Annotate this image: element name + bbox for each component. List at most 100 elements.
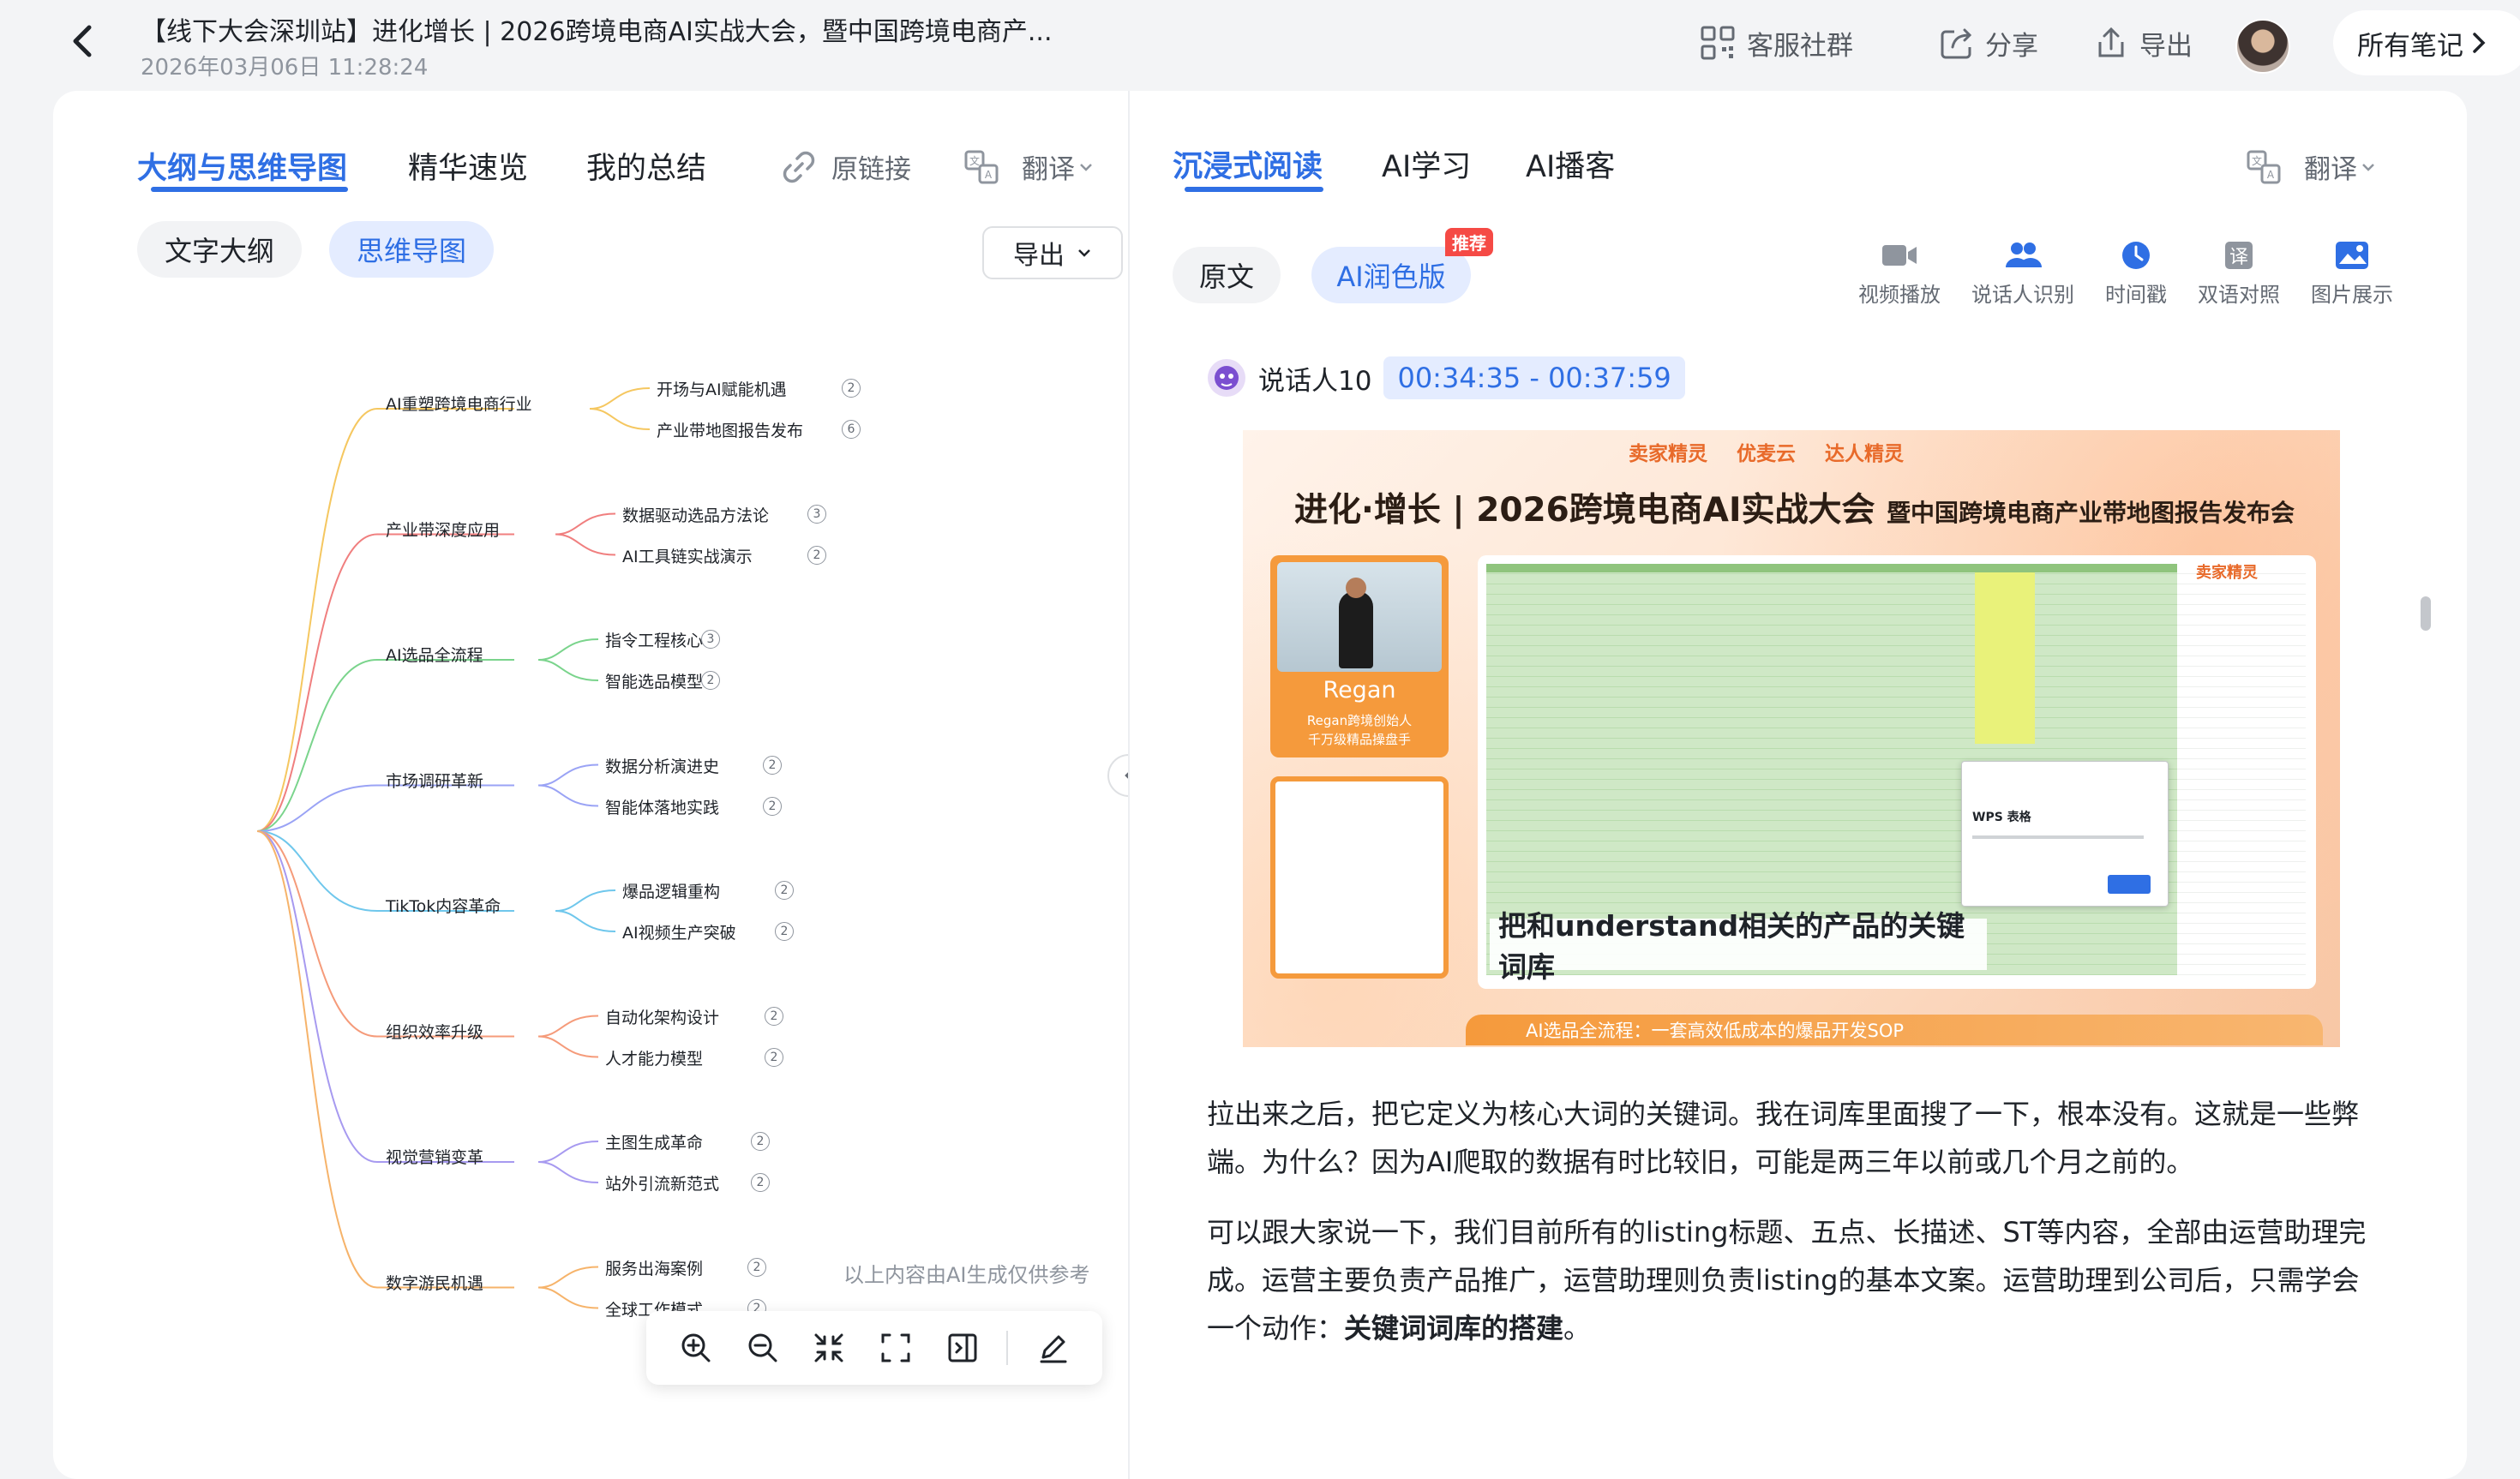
mindmap-branch-node[interactable]: 组织效率升级 <box>386 1020 483 1043</box>
slide-image[interactable]: 卖家精灵 优麦云 达人精灵 进化·增长 | 2026跨境电商AI实战大会 暨中国… <box>1243 430 2340 1047</box>
mindmap-child-node[interactable]: 智能体落地实践 <box>605 795 719 818</box>
active-tab-indicator-right <box>1185 187 1323 192</box>
slide-speaker-role-2: 千万级精品操盘手 <box>1307 732 1411 747</box>
mindmap-child-node[interactable]: 服务出海案例 <box>605 1256 703 1279</box>
zoom-in-button[interactable] <box>665 1322 727 1374</box>
fullscreen-button[interactable] <box>865 1322 927 1374</box>
mindmap-child-line <box>537 763 599 787</box>
slide-logo-2: 优麦云 <box>1737 443 1796 465</box>
video-playback-tool[interactable]: 视频播放 <box>1858 240 1941 308</box>
image-display-tool[interactable]: 图片展示 <box>2311 240 2393 308</box>
mindmap-count-badge[interactable]: 2 <box>765 1047 783 1067</box>
all-notes-button[interactable]: 所有笔记 <box>2333 10 2520 75</box>
mindmap-child-node[interactable]: 爆品逻辑重构 <box>622 879 720 902</box>
mindmap-count-badge[interactable]: 2 <box>765 1006 783 1026</box>
image-icon <box>2336 242 2368 269</box>
chevron-down-icon <box>2362 163 2374 171</box>
mindmap-count-badge[interactable]: 2 <box>842 379 861 398</box>
mindmap-child-line <box>555 910 616 932</box>
mindmap-count-badge[interactable]: 2 <box>775 881 794 900</box>
slide-spreadsheet: 卖家精灵 WPS 表格 把和understand相关的产品的关键词库 <box>1478 555 2316 989</box>
mindmap-child-line <box>537 1015 599 1038</box>
mindmap-child-node[interactable]: 开场与AI赋能机遇 <box>657 377 787 400</box>
svg-text:译: 译 <box>2229 247 2248 268</box>
bilingual-tool[interactable]: 译 双语对照 <box>2198 240 2280 308</box>
scrollbar[interactable] <box>2415 355 2436 1349</box>
timestamp-label: 时间戳 <box>2105 283 2167 307</box>
mindmap-branch-node[interactable]: AI重塑跨境电商行业 <box>386 392 532 415</box>
upload-icon <box>2098 27 2124 57</box>
mindmap-count-badge[interactable]: 3 <box>807 504 826 524</box>
speaker-timestamp[interactable]: 00:34:35 - 00:37:59 <box>1383 356 1685 399</box>
customer-service-button[interactable]: 客服社群 <box>1699 19 1853 67</box>
export-button[interactable]: 导出 <box>2093 19 2193 67</box>
mindmap-branch-node[interactable]: 市场调研革新 <box>386 769 483 792</box>
mindmap-count-badge[interactable]: 2 <box>763 755 782 775</box>
mindmap-child-node[interactable]: 自动化架构设计 <box>605 1005 719 1028</box>
video-camera-icon <box>1882 245 1917 266</box>
mindmap-child-node[interactable]: AI工具链实战演示 <box>622 544 753 567</box>
slide-caption: 把和understand相关的产品的关键词库 <box>1490 909 1987 984</box>
mindmap-branch-node[interactable]: 数字游民机遇 <box>386 1271 483 1294</box>
slide-headline: 进化·增长 | 2026跨境电商AI实战大会 暨中国跨境电商产业带地图报告发布会 <box>1294 483 2295 531</box>
slide-headline-sub: 暨中国跨境电商产业带地图报告发布会 <box>1887 499 2295 527</box>
tab-ai-learning[interactable]: AI学习 <box>1382 142 1471 186</box>
mindmap-child-node[interactable]: 指令工程核心 <box>605 628 703 651</box>
mindmap-child-line <box>537 659 599 681</box>
mindmap-branch-node[interactable]: 视觉营销变革 <box>386 1145 483 1168</box>
slide-footer: AI选品全流程：一套高效低成本的爆品开发SOP <box>1466 1015 2323 1045</box>
mindmap-count-badge[interactable]: 2 <box>747 1257 766 1277</box>
image-display-label: 图片展示 <box>2311 283 2393 307</box>
mindmap-count-badge[interactable]: 2 <box>751 1132 770 1151</box>
mindmap-count-badge[interactable]: 2 <box>763 796 782 816</box>
slide-wps-dialog: WPS 表格 <box>1961 761 2169 907</box>
zoom-out-button[interactable] <box>732 1322 794 1374</box>
slide-speaker-card: Regan Regan跨境创始人 千万级精品操盘手 <box>1270 555 1449 757</box>
mindmap-count-badge[interactable]: 2 <box>807 545 826 565</box>
tab-immersive-reading[interactable]: 沉浸式阅读 <box>1173 142 1323 186</box>
slide-headline-main: 进化·增长 | 2026跨境电商AI实战大会 <box>1294 491 1875 530</box>
mindmap-count-badge[interactable]: 2 <box>751 1173 770 1192</box>
mindmap-count-badge[interactable]: 6 <box>842 420 861 439</box>
pill-original[interactable]: 原文 <box>1173 247 1281 303</box>
spreadsheet-side-column <box>2177 564 2306 975</box>
mindmap-child-node[interactable]: 站外引流新范式 <box>605 1171 719 1195</box>
avatar[interactable] <box>2235 19 2290 74</box>
scrollbar-thumb[interactable] <box>2421 596 2431 631</box>
qr-code-icon <box>1701 26 1735 60</box>
edit-button[interactable] <box>1022 1322 1083 1374</box>
mindmap-child-node[interactable]: 智能选品模型 <box>605 669 703 692</box>
transcript-paragraph-1: 拉出来之后，把它定义为核心大词的关键词。我在词库里面搜了一下，根本没有。这就是一… <box>1207 1090 2381 1186</box>
fullscreen-icon <box>881 1333 910 1362</box>
slide-logos: 卖家精灵 优麦云 达人精灵 <box>1629 437 1904 466</box>
mindmap-child-node[interactable]: 人才能力模型 <box>605 1046 703 1069</box>
mindmap-count-badge[interactable]: 2 <box>775 922 794 941</box>
svg-text:文: 文 <box>2252 154 2262 167</box>
mindmap-child-node[interactable]: 产业带地图报告发布 <box>657 418 803 441</box>
paragraph-2-tail: 。 <box>1563 1312 1592 1344</box>
bilingual-label: 双语对照 <box>2198 283 2280 307</box>
split-view-button[interactable] <box>932 1322 993 1374</box>
mindmap-count-badge[interactable]: 3 <box>701 630 720 649</box>
mindmap-branch-node[interactable]: TikTok内容革命 <box>386 894 501 917</box>
mindmap-child-node[interactable]: 数据分析演进史 <box>605 754 719 777</box>
speaker-header: 说话人10 00:34:35 - 00:37:59 <box>1207 356 1685 399</box>
speaker-recognition-tool[interactable]: 说话人识别 <box>1971 240 2074 308</box>
mindmap-branch-node[interactable]: AI选品全流程 <box>386 643 483 666</box>
mindmap-child-node[interactable]: 主图生成革命 <box>605 1130 703 1153</box>
translate-dropdown-right[interactable]: 文A 翻译 <box>2246 147 2376 186</box>
mindmap-child-node[interactable]: 数据驱动选品方法论 <box>622 503 769 526</box>
timestamp-tool[interactable]: 时间戳 <box>2105 240 2167 308</box>
speaker-name: 说话人10 <box>1258 365 1372 397</box>
share-button[interactable]: 分享 <box>1939 19 2038 67</box>
mindmap-child-line <box>537 784 599 807</box>
fit-view-button[interactable] <box>798 1322 860 1374</box>
mindmap-branch-node[interactable]: 产业带深度应用 <box>386 518 500 541</box>
spreadsheet-highlight <box>1975 572 2035 744</box>
mindmap-child-line <box>537 1161 599 1183</box>
tab-ai-podcast[interactable]: AI播客 <box>1526 142 1615 186</box>
mindmap-child-line <box>589 408 651 430</box>
paragraph-1-text: 拉出来之后，把它定义为核心大词的关键词。我在词库里面搜了一下，根本没有。这就是一… <box>1207 1098 2360 1178</box>
mindmap-child-node[interactable]: AI视频生产突破 <box>622 920 736 943</box>
mindmap-count-badge[interactable]: 2 <box>701 671 720 690</box>
